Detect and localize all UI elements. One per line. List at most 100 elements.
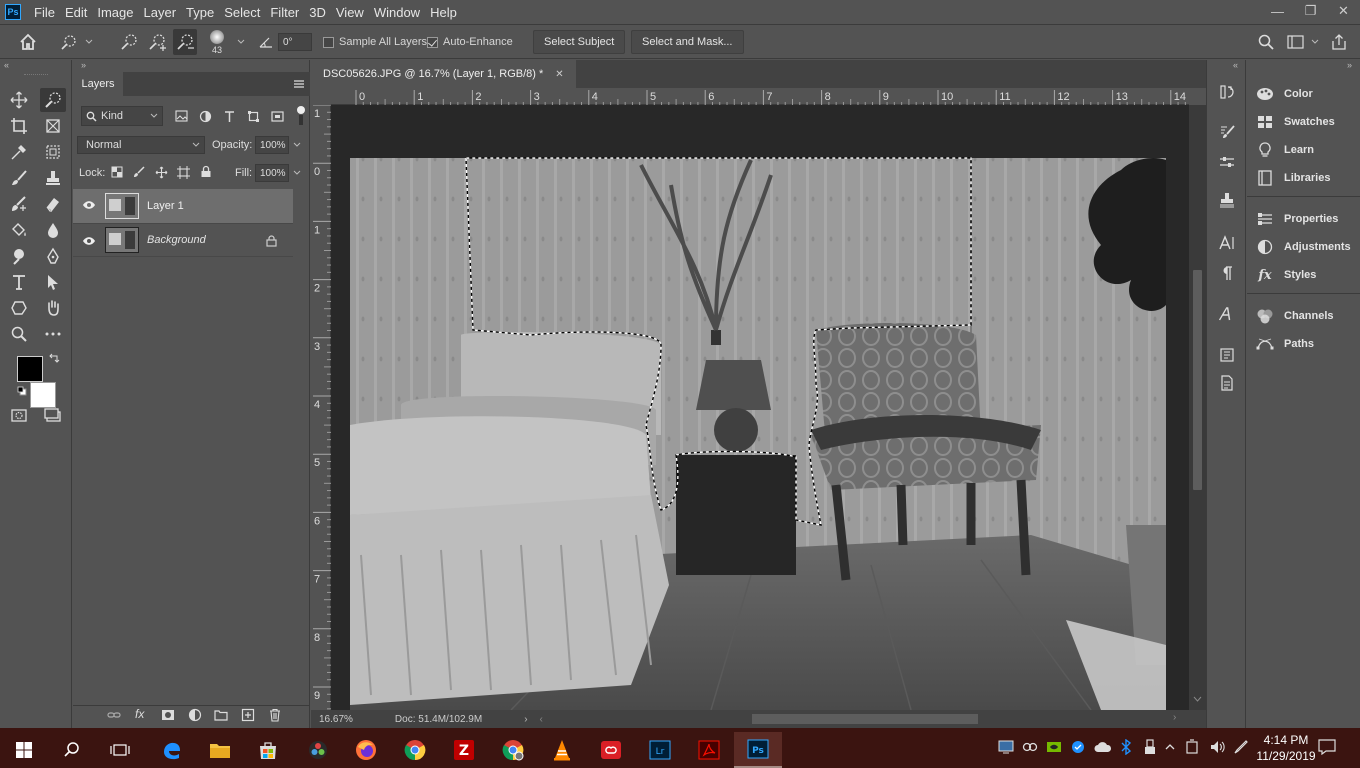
select-subject-button[interactable]: Select Subject xyxy=(533,30,626,54)
clone-source-icon[interactable] xyxy=(1217,190,1237,210)
stamp-tool-icon[interactable] xyxy=(40,166,66,190)
select-and-mask-button[interactable]: Select and Mask... xyxy=(631,30,744,54)
quick-mask-icon[interactable] xyxy=(6,403,32,427)
eye-icon[interactable] xyxy=(82,200,96,210)
minimize-icon[interactable]: — xyxy=(1261,0,1294,22)
path-selection-tool-icon[interactable] xyxy=(40,270,66,294)
edge-browser-icon[interactable] xyxy=(148,732,196,768)
vlc-icon[interactable] xyxy=(538,732,586,768)
add-mask-icon[interactable] xyxy=(161,708,175,722)
canvas-area[interactable] xyxy=(331,105,1189,710)
notes-icon[interactable] xyxy=(1217,345,1237,365)
layer-row-layer-1[interactable]: Layer 1 xyxy=(73,189,293,223)
menu-select[interactable]: Select xyxy=(219,5,265,20)
filter-shape-icon[interactable] xyxy=(247,110,260,123)
subtract-from-selection-icon[interactable] xyxy=(173,29,197,55)
foreground-color-swatch[interactable] xyxy=(17,356,43,382)
blur-tool-icon[interactable] xyxy=(40,218,66,242)
move-tool-icon[interactable] xyxy=(6,88,32,112)
restore-icon[interactable]: ❐ xyxy=(1294,0,1327,22)
eraser-tool-icon[interactable] xyxy=(40,192,66,216)
tool-presets-icon[interactable] xyxy=(1217,152,1237,172)
zoom-level[interactable]: 16.67% xyxy=(319,714,353,725)
panel-learn[interactable]: Learn xyxy=(1247,136,1360,164)
screen-mode-icon[interactable] xyxy=(40,403,66,427)
brush-settings-icon[interactable] xyxy=(1217,122,1237,142)
collapse-toolbar-icon[interactable]: « xyxy=(4,60,9,70)
auto-enhance-checkbox[interactable]: Auto-Enhance xyxy=(427,25,513,59)
tray-volume-icon[interactable] xyxy=(1210,739,1226,755)
document-image[interactable] xyxy=(331,105,1189,710)
davinci-resolve-icon[interactable] xyxy=(294,732,342,768)
menu-layer[interactable]: Layer xyxy=(139,5,182,20)
menu-filter[interactable]: Filter xyxy=(265,5,304,20)
menu-file[interactable]: File xyxy=(29,5,60,20)
paragraph-icon[interactable] xyxy=(1217,263,1237,283)
acrobat-icon[interactable] xyxy=(685,732,733,768)
tray-nvidia-icon[interactable] xyxy=(1046,740,1062,754)
filter-pixel-icon[interactable] xyxy=(175,110,188,122)
action-center-icon[interactable] xyxy=(1318,739,1336,755)
menu-help[interactable]: Help xyxy=(425,5,462,20)
lock-artboard-icon[interactable] xyxy=(177,166,190,179)
new-layer-icon[interactable] xyxy=(241,708,255,722)
lock-image-pixels-icon[interactable] xyxy=(133,166,145,178)
status-menu-icon[interactable]: › xyxy=(524,714,527,725)
tray-pen-icon[interactable] xyxy=(1232,739,1248,755)
tool-preset-picker-icon[interactable] xyxy=(58,25,96,59)
panel-adjustments[interactable]: Adjustments xyxy=(1247,233,1360,261)
hand-tool-icon[interactable] xyxy=(40,296,66,320)
tray-device-icon[interactable] xyxy=(998,740,1014,754)
new-adjustment-layer-icon[interactable] xyxy=(188,708,202,722)
fill-chevron-icon[interactable] xyxy=(293,169,301,177)
angle-input[interactable]: 0° xyxy=(278,33,312,51)
panel-color[interactable]: Color xyxy=(1247,80,1360,108)
filter-toggle[interactable] xyxy=(297,106,305,126)
tray-link-icon[interactable] xyxy=(1022,740,1038,754)
photoshop-taskbar-icon[interactable]: Ps xyxy=(734,732,782,768)
layer-style-icon[interactable]: fx xyxy=(135,707,144,721)
filter-smart-object-icon[interactable] xyxy=(271,110,284,123)
tray-onedrive-icon[interactable] xyxy=(1094,740,1112,754)
pen-tool-icon[interactable] xyxy=(40,244,66,268)
panel-paths[interactable]: Paths xyxy=(1247,330,1360,358)
horizontal-ruler[interactable]: 0 1 2 3 4 5 6 7 8 9 10 11 12 13 14 xyxy=(331,88,1189,105)
layer-row-background[interactable]: Background xyxy=(73,223,293,257)
new-selection-icon[interactable] xyxy=(118,25,140,59)
panel-channels[interactable]: Channels xyxy=(1247,302,1360,330)
close-document-icon[interactable]: ✕ xyxy=(555,69,563,80)
lock-all-icon[interactable] xyxy=(200,165,212,178)
brush-tool-icon[interactable] xyxy=(6,166,32,190)
glyphs-icon[interactable] xyxy=(1217,304,1237,324)
scroll-right-icon[interactable]: › xyxy=(1173,712,1176,723)
opacity-chevron-icon[interactable] xyxy=(293,141,301,149)
panel-properties[interactable]: Properties xyxy=(1247,205,1360,233)
filter-adjustment-icon[interactable] xyxy=(199,110,212,123)
panel-swatches[interactable]: Swatches xyxy=(1247,108,1360,136)
filezilla-icon[interactable]: Z xyxy=(440,732,488,768)
tray-update-icon[interactable] xyxy=(1070,740,1086,754)
frame-tool-icon[interactable] xyxy=(40,114,66,138)
menu-edit[interactable]: Edit xyxy=(60,5,92,20)
shape-tool-icon[interactable] xyxy=(6,296,32,320)
close-icon[interactable]: ✕ xyxy=(1327,0,1360,22)
tray-bluetooth-icon[interactable] xyxy=(1120,739,1132,755)
horizontal-scrollbar-thumb[interactable] xyxy=(752,714,978,724)
brush-size-picker[interactable]: 43 xyxy=(210,25,224,59)
info-icon[interactable] xyxy=(1217,373,1237,393)
sample-all-layers-checkbox[interactable]: Sample All Layers xyxy=(323,25,427,59)
microsoft-store-icon[interactable] xyxy=(244,732,292,768)
swap-colors-icon[interactable] xyxy=(48,352,60,364)
file-explorer-icon[interactable] xyxy=(196,732,244,768)
collapse-dock-icon[interactable]: « xyxy=(1233,60,1238,70)
lock-position-icon[interactable] xyxy=(155,166,168,179)
marquee-tool-icon[interactable] xyxy=(40,140,66,164)
menu-3d[interactable]: 3D xyxy=(304,5,331,20)
firefox-icon[interactable] xyxy=(342,732,390,768)
search-icon[interactable] xyxy=(1257,25,1275,59)
taskbar-search-icon[interactable] xyxy=(48,732,96,768)
dodge-tool-icon[interactable] xyxy=(6,244,32,268)
lightroom-icon[interactable]: Lr xyxy=(636,732,684,768)
vertical-scrollbar[interactable] xyxy=(1189,105,1206,710)
healing-brush-tool-icon[interactable] xyxy=(6,192,32,216)
